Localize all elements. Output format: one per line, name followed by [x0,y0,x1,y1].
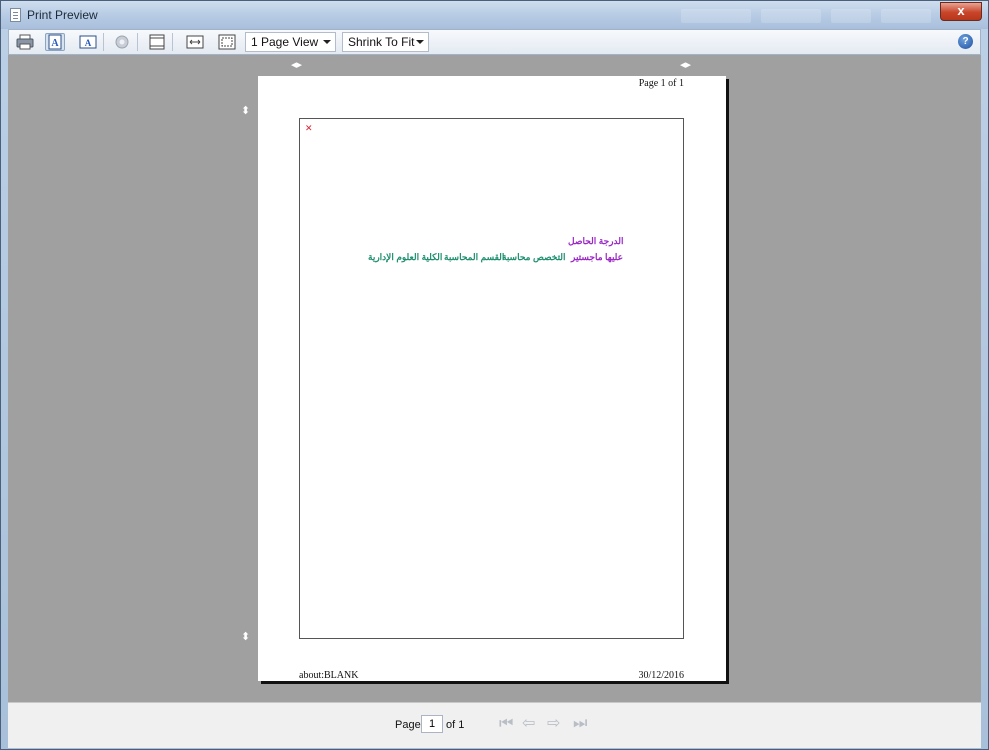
arrow-left-icon: ⇦ [522,715,536,732]
next-page-button[interactable]: ⇨ [547,716,560,732]
page-setup-icon [115,35,129,49]
chevron-down-icon [323,40,331,44]
arabic-text-college: الكلية العلوم الإدارية [368,252,443,262]
print-preview-window: Print Preview x A A 1 Page View Shrink T… [0,0,989,750]
preview-area[interactable]: ◂▸ ◂▸ ⬍ ⬍ Page 1 of 1 ✕ الدرجة الحاصل عل… [8,55,981,702]
help-icon: ? [962,36,969,47]
page-view-value: 1 Page View [251,35,319,49]
page-label: Page [395,719,421,731]
document-icon [10,8,21,22]
toolbar-separator [137,33,138,51]
page-view-select[interactable]: 1 Page View [245,32,336,52]
first-page-button[interactable]: ⏮ [499,716,513,732]
page-setup-button[interactable] [112,33,132,51]
page-content-frame: ✕ الدرجة الحاصل عليها ماجستير التخصص محا… [299,118,684,639]
header-footer-button[interactable] [147,33,167,51]
landscape-icon: A [79,35,97,49]
bottom-margin-handle[interactable]: ⬍ [241,632,250,643]
header-footer-icon [149,34,165,50]
background-window-ghost [761,9,821,23]
close-button[interactable]: x [940,2,982,21]
full-width-icon [186,35,204,49]
arabic-text-department: القسم المحاسبة [444,252,505,262]
portrait-button[interactable]: A [45,33,65,51]
page-count-label: of 1 [446,719,465,731]
background-window-ghost [881,9,931,23]
full-width-button[interactable] [185,33,205,51]
arrow-right-icon: ⇨ [547,715,561,732]
arabic-text-masters: عليها ماجستير [571,252,624,262]
close-icon: x [957,3,965,18]
status-bar: Page 1 of 1 ⏮ ⇦ ⇨ ⏭ [8,702,981,748]
background-window-ghost [681,9,751,23]
last-page-button[interactable]: ⏭ [573,716,587,732]
print-button[interactable] [15,33,35,51]
svg-text:A: A [85,38,92,48]
page-number-input[interactable]: 1 [421,715,443,733]
fit-value: Shrink To Fit [348,35,415,49]
printer-icon [16,34,34,50]
title-bar: Print Preview x [1,1,988,29]
toolbar-separator [172,33,173,51]
previous-page-button[interactable]: ⇦ [522,716,535,732]
page-header-right: Page 1 of 1 [638,78,684,89]
toolbar: A A 1 Page View Shrink To Fit ? [8,29,981,55]
svg-text:A: A [51,38,59,49]
left-margin-handle[interactable]: ◂▸ [291,60,302,71]
last-page-icon: ⏭ [573,715,588,732]
arabic-text-specialization: التخصص محاسبة [502,252,566,262]
preview-page: Page 1 of 1 ✕ الدرجة الحاصل عليها ماجستي… [258,76,726,681]
full-page-button[interactable] [217,33,237,51]
full-page-icon [218,34,236,50]
page-footer-left: about:BLANK [299,670,359,681]
portrait-icon: A [48,34,62,50]
arabic-text-degree: الدرجة الحاصل [568,236,624,246]
top-margin-handle[interactable]: ⬍ [241,106,250,117]
broken-image-icon: ✕ [305,123,313,133]
first-page-icon: ⏮ [499,715,514,732]
fit-select[interactable]: Shrink To Fit [342,32,429,52]
help-button[interactable]: ? [958,34,973,49]
page-footer-right: 30/12/2016 [638,670,684,681]
window-title: Print Preview [27,8,98,22]
toolbar-separator [103,33,104,51]
background-window-ghost [831,9,871,23]
landscape-button[interactable]: A [78,33,98,51]
right-margin-handle[interactable]: ◂▸ [680,60,691,71]
chevron-down-icon [416,40,424,44]
